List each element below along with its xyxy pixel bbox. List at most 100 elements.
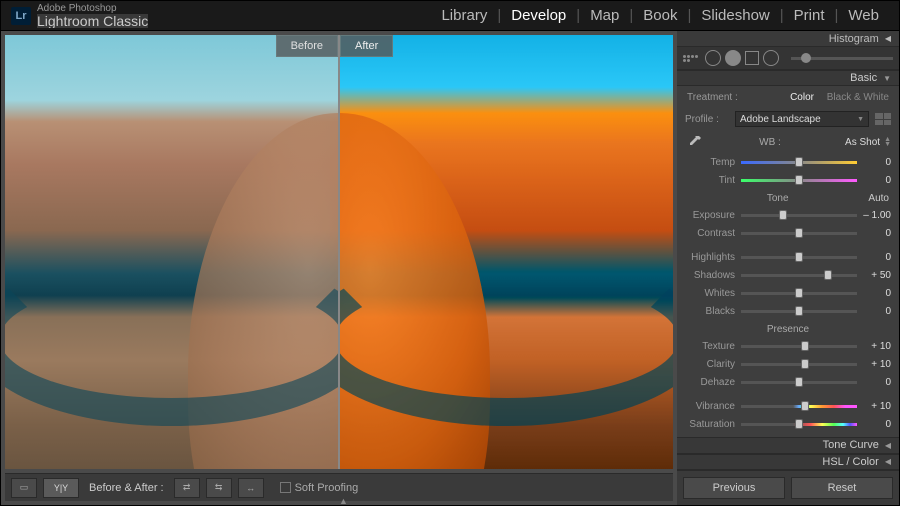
wb-label: WB : [711,137,829,148]
app-title-main: Lightroom Classic [37,14,148,28]
blacks-slider[interactable] [741,304,857,318]
basic-title: Basic [850,72,877,84]
temp-slider[interactable] [741,155,857,169]
wb-eyedropper-icon[interactable] [685,135,705,149]
texture-label: Texture [685,341,741,352]
dehaze-slider[interactable] [741,375,857,389]
clarity-slider[interactable] [741,357,857,371]
texture-value[interactable]: + 10 [857,341,891,352]
panel-buttons: Previous Reset [677,470,899,505]
saturation-label: Saturation [685,419,741,430]
grad-filter-icon[interactable] [745,51,759,65]
basic-header[interactable]: Basic ▼ [677,70,899,86]
whites-label: Whites [685,288,741,299]
develop-panel: Histogram ◀ Basic ▼ Treatment : Colo [677,31,899,505]
tint-value[interactable]: 0 [857,175,891,186]
highlights-value[interactable]: 0 [857,252,891,263]
blacks-value[interactable]: 0 [857,306,891,317]
app-title-small: Adobe Photoshop [37,4,148,14]
filmstrip-expand-icon[interactable]: ▲ [339,496,348,505]
before-after-button[interactable]: Y|Y [43,478,79,498]
previous-button[interactable]: Previous [683,477,785,499]
soft-proofing-label: Soft Proofing [295,482,359,494]
contrast-value[interactable]: 0 [857,228,891,239]
module-book[interactable]: Book [633,7,687,24]
temp-label: Temp [685,157,741,168]
ba-mode-3-button[interactable]: ↔ [238,478,264,498]
presence-heading: Presence [767,324,809,335]
contrast-label: Contrast [685,228,741,239]
lr-logo-icon: Lr [11,7,31,25]
hsl-header[interactable]: HSL / Color ◀ [677,454,899,470]
exposure-slider[interactable] [741,208,857,222]
profile-browser-icon[interactable] [875,113,891,125]
after-label: After [340,35,393,57]
updown-icon: ▲▼ [884,137,891,147]
redeye-tool-icon[interactable] [725,50,741,66]
whites-value[interactable]: 0 [857,288,891,299]
ba-mode-2-button[interactable]: ⇆ [206,478,232,498]
tone-heading: Tone [767,193,789,204]
tonecurve-header[interactable]: Tone Curve ◀ [677,437,899,453]
expand-icon: ▼ [883,74,891,83]
clarity-value[interactable]: + 10 [857,359,891,370]
before-after-view[interactable]: Before After [5,35,673,469]
tint-slider[interactable] [741,173,857,187]
exposure-value[interactable]: – 1.00 [857,210,891,221]
module-map[interactable]: Map [580,7,629,24]
dehaze-value[interactable]: 0 [857,377,891,388]
blacks-label: Blacks [685,306,741,317]
module-web[interactable]: Web [838,7,889,24]
saturation-value[interactable]: 0 [857,419,891,430]
before-image: Before [5,35,338,469]
reset-button[interactable]: Reset [791,477,893,499]
highlights-slider[interactable] [741,250,857,264]
whites-slider[interactable] [741,286,857,300]
hsl-title: HSL / Color [822,456,878,468]
vibrance-value[interactable]: + 10 [857,401,891,412]
shadows-value[interactable]: + 50 [857,270,891,281]
histogram-header[interactable]: Histogram ◀ [677,31,899,47]
basic-panel-body: Treatment : Color Black & White Profile … [677,86,899,437]
collapse-icon: ◀ [885,34,891,43]
tonecurve-title: Tone Curve [823,439,879,451]
crop-tool-icon[interactable] [683,55,701,62]
contrast-slider[interactable] [741,226,857,240]
clarity-label: Clarity [685,359,741,370]
tint-slider-row: Tint 0 [685,171,891,189]
module-develop[interactable]: Develop [501,7,576,24]
module-slideshow[interactable]: Slideshow [691,7,779,24]
texture-slider[interactable] [741,339,857,353]
soft-proofing-checkbox[interactable] [280,482,291,493]
treatment-bw[interactable]: Black & White [827,92,889,103]
module-library[interactable]: Library [431,7,497,24]
image-viewer: Before After ▭ Y|Y Before & After : ⇄ ⇆ … [1,31,677,505]
highlights-label: Highlights [685,252,741,263]
histogram-title: Histogram [829,33,879,45]
module-print[interactable]: Print [784,7,835,24]
after-image: After [340,35,673,469]
profile-label: Profile : [685,114,729,125]
vibrance-label: Vibrance [685,401,741,412]
temp-value[interactable]: 0 [857,157,891,168]
ba-mode-1-button[interactable]: ⇄ [174,478,200,498]
brush-tool-icon[interactable] [791,57,893,60]
radial-filter-icon[interactable] [763,50,779,66]
vibrance-slider[interactable] [741,399,857,413]
shadows-slider[interactable] [741,268,857,282]
spot-tool-icon[interactable] [705,50,721,66]
treatment-color[interactable]: Color [790,92,814,103]
profile-dropdown[interactable]: Adobe Landscape ▼ [735,111,869,127]
saturation-slider[interactable] [741,417,857,431]
app-logo: Lr Adobe Photoshop Lightroom Classic [11,4,148,28]
tint-label: Tint [685,175,741,186]
collapse-icon: ◀ [885,457,891,466]
top-bar: Lr Adobe Photoshop Lightroom Classic Lib… [1,1,899,31]
loupe-view-button[interactable]: ▭ [11,478,37,498]
auto-tone-button[interactable]: Auto [868,193,889,204]
exposure-label: Exposure [685,210,741,221]
soft-proofing-toggle[interactable]: Soft Proofing [280,482,359,494]
wb-dropdown[interactable]: As Shot ▲▼ [835,137,891,148]
shadows-label: Shadows [685,270,741,281]
wb-value: As Shot [845,137,880,148]
